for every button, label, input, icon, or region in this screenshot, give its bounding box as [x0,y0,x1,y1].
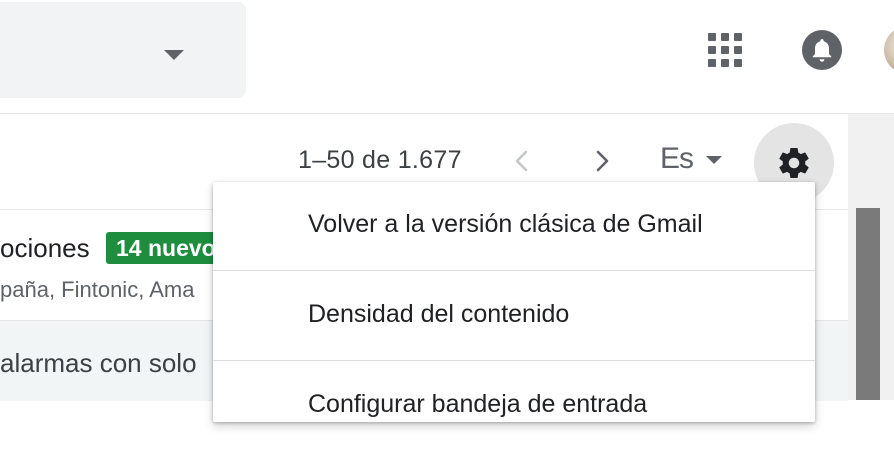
top-header [0,0,894,114]
menu-item-label: Configurar bandeja de entrada [308,390,648,418]
search-bar[interactable] [0,2,246,98]
pagination-label: 1–50 de 1.677 [298,146,462,174]
menu-item-configure-inbox[interactable]: Configurar bandeja de entrada [213,361,815,449]
search-options-chevron-down-icon[interactable] [164,50,184,60]
menu-item-label: Volver a la versión clásica de Gmail [308,210,703,238]
menu-item-label: Densidad del contenido [308,300,570,328]
scrollbar-thumb[interactable] [856,208,880,400]
account-avatar[interactable] [884,26,894,74]
chevron-down-icon[interactable] [706,156,722,164]
chevron-left-icon[interactable] [508,147,536,175]
menu-item-classic-gmail[interactable]: Volver a la versión clásica de Gmail [213,182,815,270]
promotions-senders: paña, Fintonic, Ama [0,277,195,302]
new-count-badge: 14 nuevo [106,232,226,264]
email-snippet[interactable]: alarmas con solo [0,348,197,379]
chevron-right-icon[interactable] [588,147,616,175]
apps-grid-icon[interactable] [708,33,742,67]
settings-dropdown-menu: Volver a la versión clásica de Gmail Den… [213,182,815,422]
notifications-bell-icon[interactable] [801,29,843,71]
promotions-category-title[interactable]: ociones [0,233,90,264]
settings-gear-icon [779,148,809,178]
menu-item-content-density[interactable]: Densidad del contenido [213,271,815,359]
input-language-selector[interactable]: Es [660,142,694,176]
